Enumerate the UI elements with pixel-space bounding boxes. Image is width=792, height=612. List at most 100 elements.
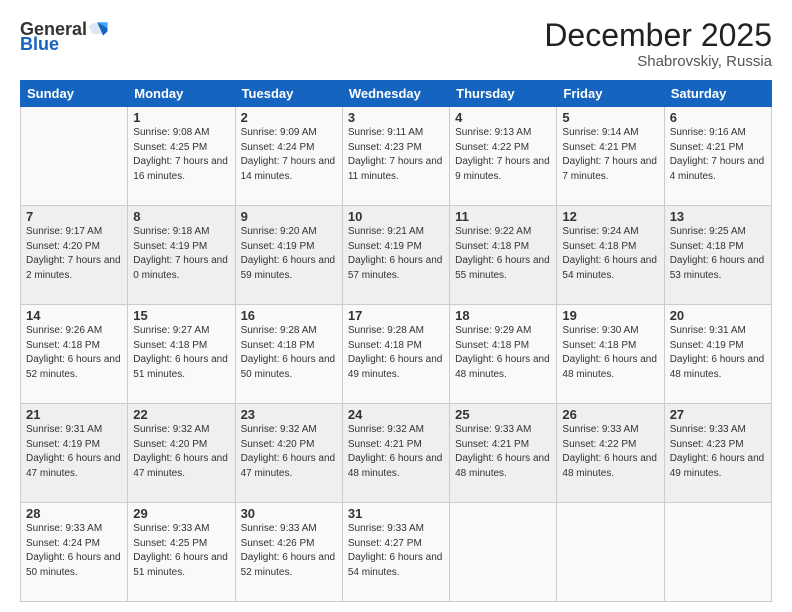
- day-info: Sunrise: 9:13 AMSunset: 4:22 PMDaylight:…: [455, 126, 551, 184]
- calendar-cell: 27Sunrise: 9:33 AMSunset: 4:23 PMDayligh…: [664, 404, 771, 503]
- day-number: 29: [133, 506, 229, 521]
- calendar-cell: [21, 107, 128, 206]
- day-info: Sunrise: 9:08 AMSunset: 4:25 PMDaylight:…: [133, 126, 229, 184]
- day-info: Sunrise: 9:30 AMSunset: 4:18 PMDaylight:…: [562, 324, 658, 382]
- day-number: 12: [562, 209, 658, 224]
- day-info: Sunrise: 9:17 AMSunset: 4:20 PMDaylight:…: [26, 225, 122, 283]
- col-header-saturday: Saturday: [664, 81, 771, 107]
- calendar-cell: 12Sunrise: 9:24 AMSunset: 4:18 PMDayligh…: [557, 206, 664, 305]
- week-row-5: 28Sunrise: 9:33 AMSunset: 4:24 PMDayligh…: [21, 503, 772, 602]
- day-number: 14: [26, 308, 122, 323]
- calendar-cell: 6Sunrise: 9:16 AMSunset: 4:21 PMDaylight…: [664, 107, 771, 206]
- day-number: 25: [455, 407, 551, 422]
- day-info: Sunrise: 9:26 AMSunset: 4:18 PMDaylight:…: [26, 324, 122, 382]
- calendar-cell: 7Sunrise: 9:17 AMSunset: 4:20 PMDaylight…: [21, 206, 128, 305]
- calendar-cell: 1Sunrise: 9:08 AMSunset: 4:25 PMDaylight…: [128, 107, 235, 206]
- day-number: 3: [348, 110, 444, 125]
- calendar-cell: 18Sunrise: 9:29 AMSunset: 4:18 PMDayligh…: [450, 305, 557, 404]
- calendar-cell: 31Sunrise: 9:33 AMSunset: 4:27 PMDayligh…: [342, 503, 449, 602]
- calendar-cell: 10Sunrise: 9:21 AMSunset: 4:19 PMDayligh…: [342, 206, 449, 305]
- page: General Blue December 2025 Shabrovskiy, …: [0, 0, 792, 612]
- day-number: 4: [455, 110, 551, 125]
- day-number: 13: [670, 209, 766, 224]
- calendar-cell: 16Sunrise: 9:28 AMSunset: 4:18 PMDayligh…: [235, 305, 342, 404]
- day-number: 30: [241, 506, 337, 521]
- calendar-cell: 9Sunrise: 9:20 AMSunset: 4:19 PMDaylight…: [235, 206, 342, 305]
- calendar-cell: 15Sunrise: 9:27 AMSunset: 4:18 PMDayligh…: [128, 305, 235, 404]
- logo-blue-text: Blue: [20, 34, 59, 55]
- day-info: Sunrise: 9:25 AMSunset: 4:18 PMDaylight:…: [670, 225, 766, 283]
- header: General Blue December 2025 Shabrovskiy, …: [20, 18, 772, 70]
- calendar-cell: 28Sunrise: 9:33 AMSunset: 4:24 PMDayligh…: [21, 503, 128, 602]
- col-header-tuesday: Tuesday: [235, 81, 342, 107]
- day-number: 22: [133, 407, 229, 422]
- day-info: Sunrise: 9:31 AMSunset: 4:19 PMDaylight:…: [670, 324, 766, 382]
- day-info: Sunrise: 9:28 AMSunset: 4:18 PMDaylight:…: [241, 324, 337, 382]
- day-number: 23: [241, 407, 337, 422]
- day-number: 27: [670, 407, 766, 422]
- day-info: Sunrise: 9:21 AMSunset: 4:19 PMDaylight:…: [348, 225, 444, 283]
- day-info: Sunrise: 9:18 AMSunset: 4:19 PMDaylight:…: [133, 225, 229, 283]
- day-number: 31: [348, 506, 444, 521]
- calendar-cell: 20Sunrise: 9:31 AMSunset: 4:19 PMDayligh…: [664, 305, 771, 404]
- title-block: December 2025 Shabrovskiy, Russia: [544, 18, 772, 70]
- day-info: Sunrise: 9:32 AMSunset: 4:20 PMDaylight:…: [133, 423, 229, 481]
- calendar-cell: [450, 503, 557, 602]
- day-info: Sunrise: 9:09 AMSunset: 4:24 PMDaylight:…: [241, 126, 337, 184]
- day-number: 16: [241, 308, 337, 323]
- logo-icon: [87, 18, 109, 40]
- day-info: Sunrise: 9:33 AMSunset: 4:27 PMDaylight:…: [348, 522, 444, 580]
- week-row-4: 21Sunrise: 9:31 AMSunset: 4:19 PMDayligh…: [21, 404, 772, 503]
- day-info: Sunrise: 9:20 AMSunset: 4:19 PMDaylight:…: [241, 225, 337, 283]
- day-info: Sunrise: 9:33 AMSunset: 4:24 PMDaylight:…: [26, 522, 122, 580]
- calendar-cell: 30Sunrise: 9:33 AMSunset: 4:26 PMDayligh…: [235, 503, 342, 602]
- day-number: 7: [26, 209, 122, 224]
- day-number: 18: [455, 308, 551, 323]
- calendar-cell: 25Sunrise: 9:33 AMSunset: 4:21 PMDayligh…: [450, 404, 557, 503]
- day-info: Sunrise: 9:16 AMSunset: 4:21 PMDaylight:…: [670, 126, 766, 184]
- day-number: 6: [670, 110, 766, 125]
- day-number: 20: [670, 308, 766, 323]
- day-number: 15: [133, 308, 229, 323]
- day-number: 1: [133, 110, 229, 125]
- calendar-cell: 22Sunrise: 9:32 AMSunset: 4:20 PMDayligh…: [128, 404, 235, 503]
- day-info: Sunrise: 9:33 AMSunset: 4:22 PMDaylight:…: [562, 423, 658, 481]
- day-number: 21: [26, 407, 122, 422]
- day-info: Sunrise: 9:33 AMSunset: 4:26 PMDaylight:…: [241, 522, 337, 580]
- calendar-cell: 29Sunrise: 9:33 AMSunset: 4:25 PMDayligh…: [128, 503, 235, 602]
- col-header-monday: Monday: [128, 81, 235, 107]
- month-title: December 2025: [544, 18, 772, 53]
- day-number: 9: [241, 209, 337, 224]
- calendar-cell: 23Sunrise: 9:32 AMSunset: 4:20 PMDayligh…: [235, 404, 342, 503]
- day-number: 28: [26, 506, 122, 521]
- col-header-thursday: Thursday: [450, 81, 557, 107]
- calendar-cell: 26Sunrise: 9:33 AMSunset: 4:22 PMDayligh…: [557, 404, 664, 503]
- day-info: Sunrise: 9:11 AMSunset: 4:23 PMDaylight:…: [348, 126, 444, 184]
- day-number: 11: [455, 209, 551, 224]
- week-row-3: 14Sunrise: 9:26 AMSunset: 4:18 PMDayligh…: [21, 305, 772, 404]
- calendar-cell: 21Sunrise: 9:31 AMSunset: 4:19 PMDayligh…: [21, 404, 128, 503]
- calendar-cell: 8Sunrise: 9:18 AMSunset: 4:19 PMDaylight…: [128, 206, 235, 305]
- day-info: Sunrise: 9:32 AMSunset: 4:21 PMDaylight:…: [348, 423, 444, 481]
- day-info: Sunrise: 9:33 AMSunset: 4:21 PMDaylight:…: [455, 423, 551, 481]
- calendar-cell: 24Sunrise: 9:32 AMSunset: 4:21 PMDayligh…: [342, 404, 449, 503]
- day-info: Sunrise: 9:31 AMSunset: 4:19 PMDaylight:…: [26, 423, 122, 481]
- calendar-cell: 13Sunrise: 9:25 AMSunset: 4:18 PMDayligh…: [664, 206, 771, 305]
- day-info: Sunrise: 9:24 AMSunset: 4:18 PMDaylight:…: [562, 225, 658, 283]
- week-row-2: 7Sunrise: 9:17 AMSunset: 4:20 PMDaylight…: [21, 206, 772, 305]
- col-header-friday: Friday: [557, 81, 664, 107]
- day-number: 8: [133, 209, 229, 224]
- week-row-1: 1Sunrise: 9:08 AMSunset: 4:25 PMDaylight…: [21, 107, 772, 206]
- calendar-header-row: SundayMondayTuesdayWednesdayThursdayFrid…: [21, 81, 772, 107]
- location: Shabrovskiy, Russia: [544, 53, 772, 70]
- day-info: Sunrise: 9:22 AMSunset: 4:18 PMDaylight:…: [455, 225, 551, 283]
- day-info: Sunrise: 9:29 AMSunset: 4:18 PMDaylight:…: [455, 324, 551, 382]
- calendar-cell: 11Sunrise: 9:22 AMSunset: 4:18 PMDayligh…: [450, 206, 557, 305]
- day-number: 24: [348, 407, 444, 422]
- day-info: Sunrise: 9:32 AMSunset: 4:20 PMDaylight:…: [241, 423, 337, 481]
- calendar-cell: 14Sunrise: 9:26 AMSunset: 4:18 PMDayligh…: [21, 305, 128, 404]
- day-number: 2: [241, 110, 337, 125]
- day-info: Sunrise: 9:28 AMSunset: 4:18 PMDaylight:…: [348, 324, 444, 382]
- day-number: 19: [562, 308, 658, 323]
- calendar-cell: 5Sunrise: 9:14 AMSunset: 4:21 PMDaylight…: [557, 107, 664, 206]
